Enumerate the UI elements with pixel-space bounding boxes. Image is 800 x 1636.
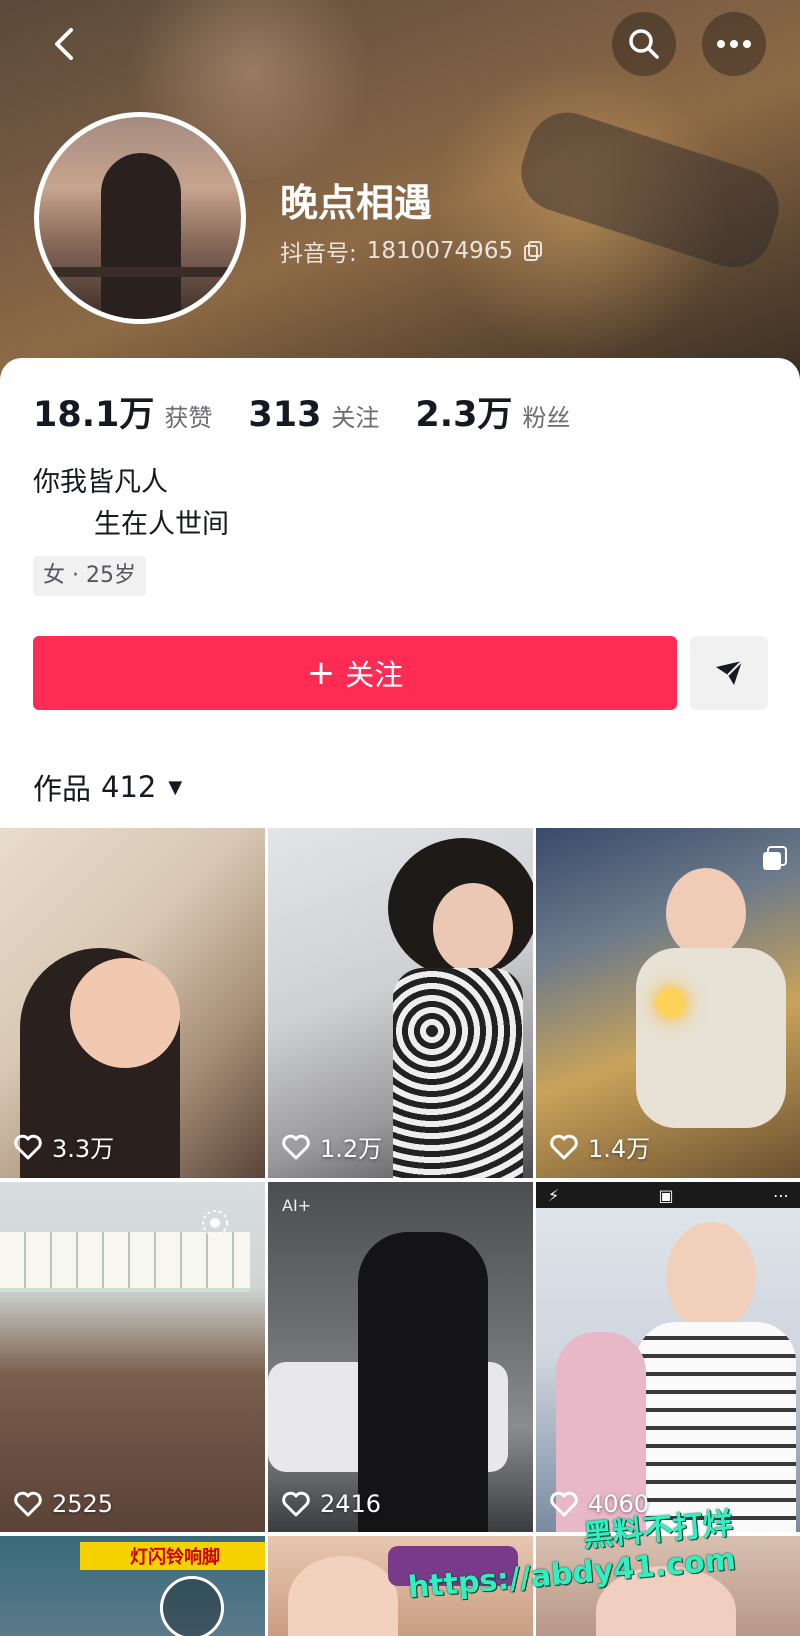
thumb-sign: 灯闪铃响脚 (80, 1542, 265, 1570)
follow-label: 关注 (345, 658, 404, 692)
video-thumbnail[interactable]: 灯闪铃响脚 (0, 1536, 265, 1636)
stat-value: 313 (248, 395, 322, 435)
douyin-id[interactable]: 抖音号: 1810074965 (280, 234, 543, 268)
stat-likes[interactable]: 18.1万 获赞 (33, 386, 212, 437)
copy-icon[interactable] (523, 240, 543, 262)
username: 晚点相遇 (280, 181, 433, 225)
douyin-id-value: 1810074965 (366, 238, 514, 264)
live-icon (202, 1210, 228, 1236)
video-thumbnail[interactable]: 1.4万 (536, 828, 800, 1178)
search-button[interactable] (612, 12, 676, 76)
profile-header-background: 晚点相遇 抖音号: 1810074965 (0, 0, 800, 380)
video-thumbnail[interactable]: ⚡ ▣ ⋯ 4060 (536, 1182, 800, 1532)
likes-value: 2525 (52, 1490, 114, 1518)
search-icon (629, 29, 659, 59)
heart-icon (282, 1134, 310, 1159)
stat-followers[interactable]: 2.3万 粉丝 (415, 386, 570, 437)
bio-line-2: 生在人世间 (94, 509, 229, 540)
stat-following[interactable]: 313 关注 (248, 395, 379, 435)
play-icon (160, 1576, 224, 1636)
stats-row: 18.1万 获赞 313 关注 2.3万 粉丝 (33, 386, 606, 437)
likes-value: 3.3万 (52, 1135, 115, 1163)
likes-value: 2416 (320, 1490, 382, 1518)
likes-count: 1.4万 (550, 1129, 650, 1164)
stat-value: 18.1万 (33, 395, 155, 435)
heart-icon (550, 1134, 578, 1159)
video-thumbnail[interactable]: 1.2万 (268, 828, 533, 1178)
likes-count: 1.2万 (282, 1129, 382, 1164)
gender-age-tag: 女 · 25岁 (33, 556, 146, 596)
thumb-light (656, 988, 686, 1018)
thumb-couple (358, 1232, 488, 1532)
heart-icon (14, 1134, 42, 1159)
follow-button[interactable]: + 关注 (33, 636, 677, 710)
video-thumbnail[interactable]: 3.3万 (0, 828, 265, 1178)
stat-label: 关注 (331, 404, 380, 432)
plus-icon: + (306, 653, 336, 693)
douyin-id-label: 抖音号: (280, 241, 357, 267)
stat-label: 获赞 (164, 404, 213, 432)
likes-count: 3.3万 (14, 1129, 114, 1164)
works-count: 412 (101, 770, 157, 804)
thumb-face (666, 868, 746, 958)
thumb-boy-body (636, 1322, 796, 1532)
likes-value: 1.2万 (320, 1135, 383, 1163)
works-tab[interactable]: 作品 412 ▼ (33, 766, 182, 808)
back-button[interactable] (32, 12, 96, 76)
likes-value: 1.4万 (588, 1135, 651, 1163)
share-button[interactable] (690, 636, 768, 710)
multi-image-icon (763, 846, 787, 870)
more-dots-icon: ⋯ (772, 1185, 789, 1205)
ai-badge: AI+ (282, 1196, 312, 1215)
thumb-tiles (0, 1232, 250, 1292)
heart-icon (550, 1491, 578, 1517)
caret-down-icon: ▼ (168, 776, 183, 798)
bio-line-1: 你我皆凡人 (33, 467, 168, 498)
works-label: 作品 (33, 772, 92, 806)
thumb-face (433, 883, 513, 973)
thumb-boy-face (666, 1222, 756, 1332)
send-icon (716, 660, 743, 685)
video-thumbnail[interactable]: 2525 (0, 1182, 265, 1532)
camera-bar: ⚡ ▣ ⋯ (536, 1182, 800, 1208)
avatar[interactable] (34, 112, 246, 324)
thumb-dress (393, 968, 523, 1178)
avatar-rail (39, 267, 241, 277)
more-button[interactable] (702, 12, 766, 76)
thumb-body (636, 948, 786, 1128)
likes-count: 2525 (14, 1490, 113, 1518)
video-thumbnail[interactable]: AI+ 2416 (268, 1182, 533, 1532)
avatar-figure (101, 153, 181, 319)
stat-label: 粉丝 (522, 404, 571, 432)
thumb-face (70, 958, 180, 1068)
heart-icon (14, 1491, 42, 1517)
flash-icon: ⚡ (548, 1185, 560, 1205)
heart-icon (282, 1491, 310, 1517)
thumb-face (288, 1556, 398, 1636)
chevron-left-icon (55, 28, 73, 60)
more-dots-icon (717, 40, 751, 48)
stat-value: 2.3万 (415, 395, 513, 435)
likes-count: 2416 (282, 1490, 381, 1518)
camera-icon: ▣ (658, 1185, 674, 1205)
